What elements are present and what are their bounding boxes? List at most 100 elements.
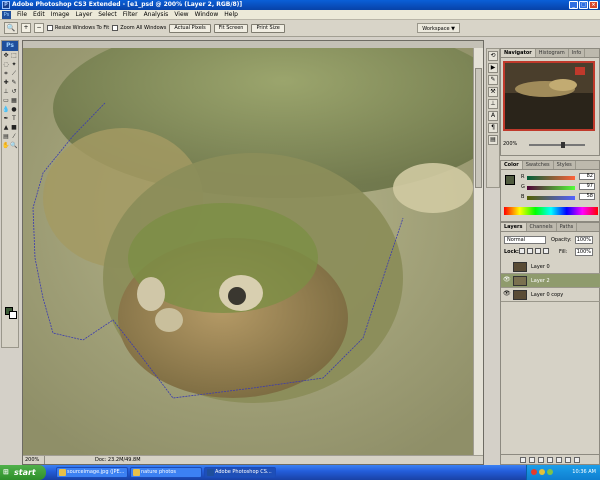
menu-help[interactable]: Help [221,10,241,20]
menu-analysis[interactable]: Analysis [141,10,172,20]
layer-row[interactable]: Layer 0 [501,260,600,274]
type-tool-icon[interactable]: T [10,115,18,123]
marquee-tool-icon[interactable]: ⬚ [10,52,18,60]
opacity-input[interactable]: 100% [575,236,593,244]
scrollbar-thumb[interactable] [475,68,482,188]
eyedropper-tool-icon[interactable]: ⁄ [10,133,18,141]
tab-layers[interactable]: Layers [501,223,527,231]
workspace-dropdown[interactable]: Workspace ▼ [417,23,460,33]
close-button[interactable]: × [589,1,598,9]
character-panel-icon[interactable]: A [488,111,498,121]
paragraph-panel-icon[interactable]: ¶ [488,123,498,133]
navigator-preview[interactable] [503,61,595,131]
layer-comps-icon[interactable]: ▤ [488,135,498,145]
actions-panel-icon[interactable]: ▶ [488,63,498,73]
dodge-tool-icon[interactable]: ● [10,106,18,114]
start-button[interactable]: ⊞ start [0,465,46,480]
delete-layer-icon[interactable] [574,457,580,463]
layer-style-icon[interactable] [529,457,535,463]
lasso-tool-icon[interactable]: ◌ [2,61,10,69]
fill-input[interactable]: 100% [575,248,593,256]
navigator-zoom-value[interactable]: 200% [503,141,517,147]
crop-tool-icon[interactable]: ⌗ [2,70,10,78]
gradient-tool-icon[interactable]: ▦ [10,97,18,105]
menu-layer[interactable]: Layer [72,10,95,20]
layer-mask-icon[interactable] [538,457,544,463]
eraser-tool-icon[interactable]: ▭ [2,97,10,105]
layer-row[interactable]: 👁 Layer 0 copy [501,288,600,302]
minimize-button[interactable]: _ [569,1,578,9]
blend-mode-select[interactable]: Normal [504,236,546,244]
document-title-bar[interactable] [23,41,483,48]
vertical-scrollbar[interactable] [473,48,483,457]
green-value-input[interactable]: 97 [579,183,595,190]
red-value-input[interactable]: 82 [579,173,595,180]
zoom-tool-icon[interactable]: 🔍 [10,142,18,150]
tab-swatches[interactable]: Swatches [523,161,554,169]
visibility-toggle[interactable] [503,263,509,269]
lock-position-icon[interactable] [535,248,541,254]
tab-histogram[interactable]: Histogram [536,49,569,57]
zoom-out-icon[interactable]: − [34,23,44,33]
color-foreground-swatch[interactable] [505,175,515,185]
menu-window[interactable]: Window [192,10,222,20]
hand-tool-icon[interactable]: ✋ [2,142,10,150]
background-color-swatch[interactable] [9,311,17,319]
tool-presets-icon[interactable]: ⚒ [488,87,498,97]
color-spectrum-bar[interactable] [504,207,598,215]
blur-tool-icon[interactable]: 💧 [2,106,10,114]
menu-edit[interactable]: Edit [30,10,48,20]
menu-view[interactable]: View [171,10,191,20]
move-tool-icon[interactable]: ✥ [2,52,10,60]
taskbar-item-nature-photos[interactable]: nature photos [130,467,202,478]
resize-windows-checkbox[interactable]: Resize Windows To Fit [47,25,109,31]
taskbar-item-sourceimage[interactable]: sourceimage.jpg (JPE... [56,467,128,478]
new-layer-icon[interactable] [565,457,571,463]
blue-value-input[interactable]: 58 [579,193,595,200]
fit-screen-button[interactable]: Fit Screen [213,23,249,33]
menu-file[interactable]: File [14,10,30,20]
new-group-icon[interactable] [556,457,562,463]
navigator-zoom-slider[interactable] [529,142,585,148]
brush-tool-icon[interactable]: ✎ [10,79,18,87]
clone-stamp-tool-icon[interactable]: ⊥ [2,88,10,96]
image-canvas[interactable] [23,48,475,457]
zoom-tool-preset-icon[interactable]: 🔍 [4,22,18,34]
network-icon[interactable] [539,469,545,475]
tab-navigator[interactable]: Navigator [501,49,536,57]
tab-paths[interactable]: Paths [557,223,578,231]
brushes-panel-icon[interactable]: ✎ [488,75,498,85]
red-slider[interactable] [527,176,575,180]
menu-filter[interactable]: Filter [120,10,141,20]
pen-tool-icon[interactable]: ✒ [2,115,10,123]
magic-wand-tool-icon[interactable]: ✦ [10,61,18,69]
actual-pixels-button[interactable]: Actual Pixels [169,23,211,33]
tab-channels[interactable]: Channels [527,223,557,231]
eye-icon[interactable]: 👁 [503,277,511,283]
clone-source-icon[interactable]: ⊥ [488,99,498,109]
taskbar-item-photoshop[interactable]: Adobe Photoshop CS... [204,467,276,478]
healing-brush-tool-icon[interactable]: ✚ [2,79,10,87]
path-selection-tool-icon[interactable]: ▲ [2,124,10,132]
tab-info[interactable]: Info [569,49,586,57]
tab-styles[interactable]: Styles [554,161,576,169]
notes-tool-icon[interactable]: ▤ [2,133,10,141]
green-slider[interactable] [527,186,575,190]
clock[interactable]: 10:36 AM [572,469,596,475]
security-alert-icon[interactable] [531,469,537,475]
menu-select[interactable]: Select [95,10,120,20]
history-panel-icon[interactable]: ⟲ [488,51,498,61]
lock-transparent-icon[interactable] [519,248,525,254]
photoshop-menu-icon[interactable]: Ps [2,10,11,19]
window-title-bar[interactable]: P Adobe Photoshop CS3 Extended - [e1_psd… [0,0,600,10]
maximize-button[interactable]: □ [579,1,588,9]
zoom-level-field[interactable]: 200% [23,456,45,464]
eye-icon[interactable]: 👁 [503,291,511,297]
link-layers-icon[interactable] [520,457,526,463]
shape-tool-icon[interactable]: ■ [10,124,18,132]
layer-row[interactable]: 👁 Layer 2 [501,274,600,288]
volume-icon[interactable] [547,469,553,475]
blue-slider[interactable] [527,196,575,200]
tab-color[interactable]: Color [501,161,523,169]
print-size-button[interactable]: Print Size [251,23,285,33]
